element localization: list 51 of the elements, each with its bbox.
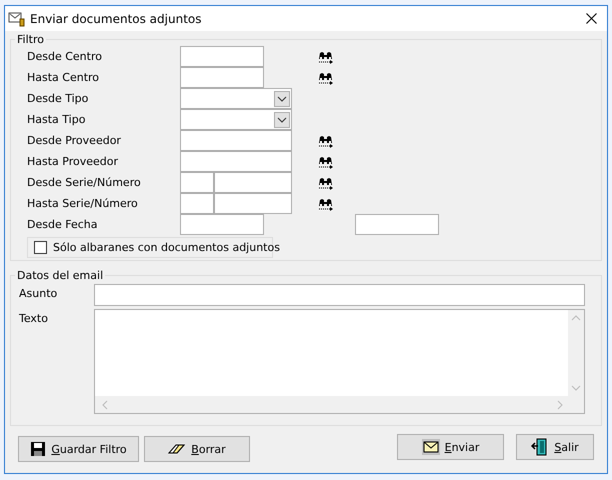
binoculars-icon[interactable] <box>318 154 334 168</box>
field-label: Desde Proveedor <box>27 134 122 147</box>
field-label: Asunto <box>19 286 58 300</box>
group-legend: Filtro <box>15 33 46 46</box>
envelope-icon <box>422 439 440 455</box>
field-label: Desde Tipo <box>27 92 90 105</box>
binoculars-icon[interactable] <box>318 70 334 84</box>
field-label: Desde Serie/Número <box>27 176 142 189</box>
input-field[interactable] <box>180 46 264 67</box>
binoculars-icon[interactable] <box>318 176 334 190</box>
subject-field[interactable] <box>94 284 585 306</box>
binoculars-icon[interactable] <box>318 50 334 64</box>
action-button[interactable]: Enviar <box>397 434 504 460</box>
field-label: Desde Centro <box>27 50 103 63</box>
dropdown-icon[interactable] <box>274 90 290 106</box>
eraser-icon <box>168 442 186 456</box>
close-icon[interactable] <box>586 13 597 24</box>
field-label: Hasta Tipo <box>27 113 86 126</box>
input-field[interactable] <box>180 172 214 193</box>
window-title: Enviar documentos adjuntos <box>30 12 202 26</box>
checkbox-label[interactable]: Sólo albaranes con documentos adjuntos <box>53 241 280 254</box>
scroll-right-icon[interactable] <box>556 400 564 410</box>
binoculars-icon[interactable] <box>318 196 334 210</box>
checkbox[interactable] <box>34 241 47 254</box>
field-label: Hasta Proveedor <box>27 155 120 168</box>
app-icon <box>8 10 26 26</box>
input-field[interactable] <box>180 130 292 151</box>
action-button[interactable]: Salir <box>516 434 594 460</box>
scroll-left-icon[interactable] <box>101 400 109 410</box>
text-area[interactable] <box>94 309 585 414</box>
input-field[interactable] <box>180 214 264 235</box>
group-legend: Datos del email <box>15 269 106 282</box>
dropdown-icon[interactable] <box>274 112 290 128</box>
vertical-scrollbar[interactable] <box>568 310 584 396</box>
scroll-up-icon[interactable] <box>571 314 581 322</box>
input-field[interactable] <box>180 193 214 214</box>
field-label: Texto <box>19 311 49 325</box>
input-field[interactable] <box>180 151 292 172</box>
input-field[interactable] <box>214 172 292 193</box>
horizontal-scrollbar[interactable] <box>95 396 584 413</box>
input-field[interactable] <box>355 214 439 235</box>
input-field[interactable] <box>180 67 264 88</box>
field-label: Hasta Centro <box>27 71 100 84</box>
scroll-down-icon[interactable] <box>571 384 581 392</box>
action-button[interactable]: Guardar Filtro <box>18 436 139 462</box>
field-label: Hasta Serie/Número <box>27 197 139 210</box>
binoculars-icon[interactable] <box>318 134 334 148</box>
door-exit-icon <box>531 438 550 456</box>
action-button[interactable]: Borrar <box>144 436 250 462</box>
field-label: Desde Fecha <box>27 218 98 231</box>
input-field[interactable] <box>214 193 292 214</box>
